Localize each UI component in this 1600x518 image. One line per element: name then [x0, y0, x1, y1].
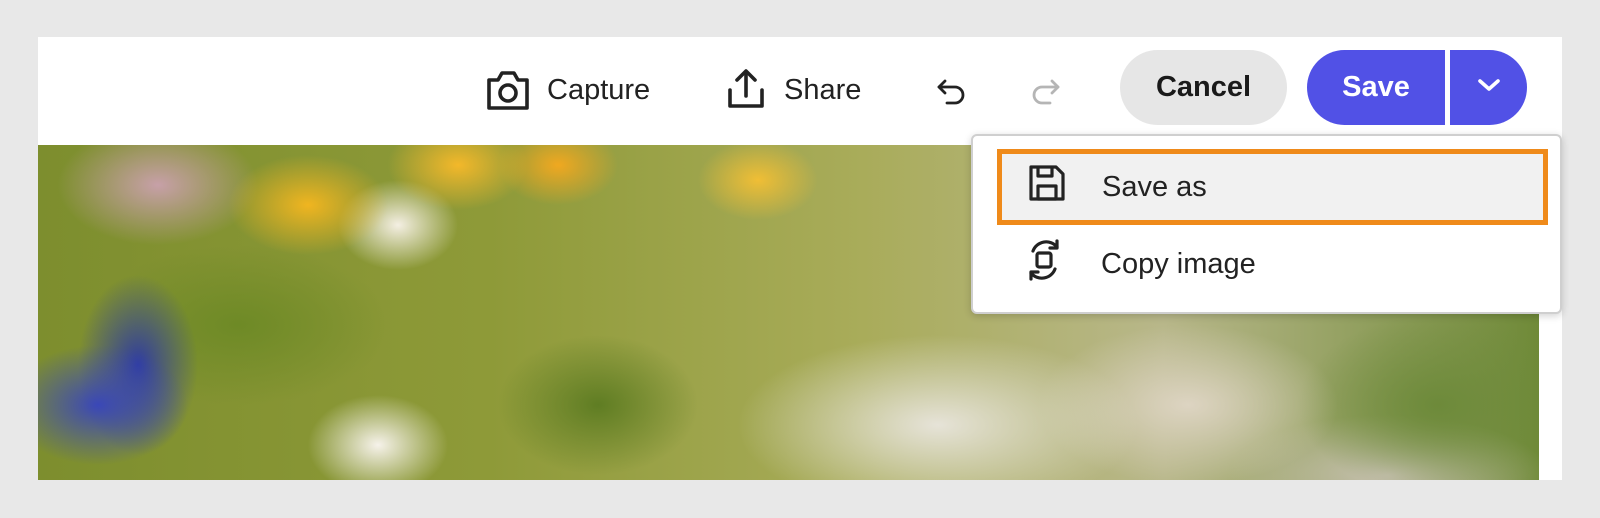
capture-button[interactable]: Capture — [485, 65, 650, 115]
camera-icon — [485, 68, 531, 112]
menu-item-save-as[interactable]: Save as — [997, 149, 1548, 225]
redo-icon — [1026, 79, 1062, 113]
undo-button[interactable] — [935, 73, 971, 109]
share-button[interactable]: Share — [724, 65, 861, 115]
capture-label: Capture — [547, 73, 651, 106]
copy-image-icon — [1021, 237, 1067, 291]
top-toolbar: Capture Share Cancel Save — [38, 37, 1562, 145]
save-options-dropdown[interactable] — [1450, 50, 1527, 125]
save-button[interactable]: Save — [1307, 50, 1445, 125]
save-options-menu: Save as Copy image — [971, 134, 1562, 314]
redo-button[interactable] — [1026, 73, 1062, 109]
menu-item-label: Save as — [1102, 170, 1207, 203]
menu-item-copy-image[interactable]: Copy image — [997, 226, 1548, 302]
undo-icon — [935, 79, 971, 113]
chevron-down-icon — [1477, 77, 1501, 98]
share-label: Share — [784, 73, 862, 106]
menu-item-label: Copy image — [1101, 247, 1256, 280]
cancel-button[interactable]: Cancel — [1120, 50, 1287, 125]
floppy-disk-icon — [1026, 162, 1068, 212]
save-button-group: Save — [1307, 50, 1527, 125]
share-icon — [724, 68, 768, 112]
